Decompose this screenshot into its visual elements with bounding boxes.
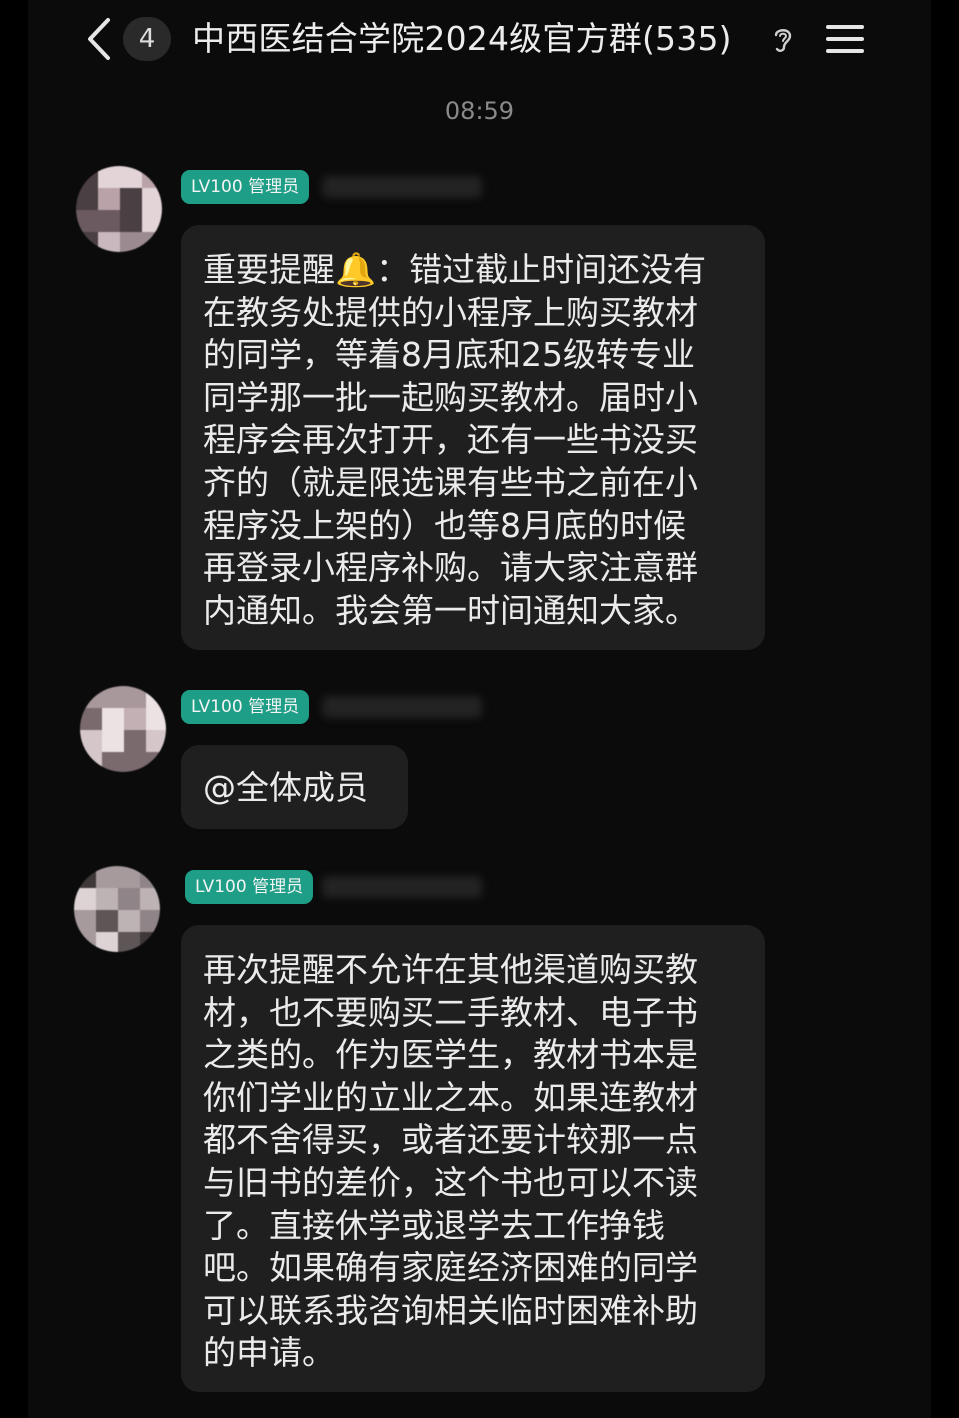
message-text-line: 内通知。我会第一时间通知大家。 bbox=[203, 590, 698, 630]
avatar-mosaic-tile bbox=[76, 188, 98, 210]
avatar-mosaic-tile bbox=[80, 752, 102, 772]
avatar-mosaic-tile bbox=[124, 752, 146, 772]
avatar-mosaic-tile bbox=[124, 708, 146, 730]
avatar-mosaic-tile bbox=[96, 866, 118, 888]
avatar-mosaic-tile bbox=[76, 210, 98, 232]
avatar-mosaic-tile bbox=[80, 730, 102, 752]
avatar-mosaic-tile bbox=[120, 166, 142, 188]
avatar-mosaic-tile bbox=[118, 910, 140, 932]
avatar-mosaic-tile bbox=[74, 888, 96, 910]
avatar-mosaic-tile bbox=[98, 210, 120, 232]
menu-icon[interactable] bbox=[826, 22, 866, 56]
message-text-line: 之类的。作为医学生，教材书本是 bbox=[203, 1035, 698, 1075]
avatar-mosaic-tile bbox=[76, 232, 98, 252]
avatar-mosaic-tile bbox=[146, 708, 166, 730]
admin-level-tag: LV100 管理员 bbox=[181, 690, 310, 724]
message-text-line: 材，也不要购买二手教材、电子书 bbox=[203, 992, 698, 1032]
message-text-line: 了。直接休学或退学去工作挣钱 bbox=[203, 1205, 665, 1245]
avatar[interactable] bbox=[76, 166, 162, 252]
ear-icon[interactable] bbox=[770, 24, 796, 54]
message-bubble[interactable]: 再次提醒不允许在其他渠道购买教 材，也不要购买二手教材、电子书 之类的。作为医学生，… bbox=[181, 925, 765, 1392]
sender-name-blurred bbox=[322, 696, 482, 718]
avatar-mosaic-tile bbox=[102, 708, 124, 730]
message-text-line: 你们学业的立业之本。如果连教材 bbox=[203, 1077, 698, 1117]
group-title[interactable]: 中西医结合学院2024级官方群(535) bbox=[192, 14, 732, 64]
chat-screen: 4 中西医结合学院2024级官方群(535) 08:59 LV100 管理员 重… bbox=[0, 0, 959, 1418]
avatar-mosaic-tile bbox=[140, 866, 160, 888]
admin-level-tag: LV100 管理员 bbox=[185, 870, 314, 904]
admin-level-tag: LV100 管理员 bbox=[181, 170, 310, 204]
avatar-mosaic-tile bbox=[98, 166, 120, 188]
avatar-mosaic-tile bbox=[96, 888, 118, 910]
avatar-mosaic-tile bbox=[96, 932, 118, 952]
message-text-line: 在教务处提供的小程序上购买教材 bbox=[203, 292, 698, 332]
avatar-mosaic-tile bbox=[102, 752, 124, 772]
avatar-mosaic-tile bbox=[124, 686, 146, 708]
unread-count-badge[interactable]: 4 bbox=[123, 17, 171, 61]
avatar[interactable] bbox=[80, 686, 166, 772]
avatar-mosaic-tile bbox=[142, 188, 162, 210]
message-timestamp: 08:59 bbox=[444, 97, 515, 125]
avatar-mosaic-tile bbox=[74, 866, 96, 888]
message-text-line: 再次提醒不允许在其他渠道购买教 bbox=[203, 950, 698, 989]
message-bubble[interactable]: @全体成员 bbox=[181, 745, 408, 829]
message-text-line: 的申请。 bbox=[203, 1333, 335, 1373]
avatar-mosaic-tile bbox=[118, 888, 140, 910]
chevron-left-icon bbox=[88, 18, 110, 60]
message-text-line: 重要提醒🔔：错过截止时间还没有 bbox=[203, 250, 707, 289]
avatar-mosaic-tile bbox=[146, 730, 166, 752]
message-text-line: 可以联系我咨询相关临时困难补助 bbox=[203, 1290, 698, 1330]
avatar-mosaic-tile bbox=[96, 910, 118, 932]
message-text-line: 的同学，等着8月底和25级转专业 bbox=[203, 335, 695, 375]
avatar-mosaic-tile bbox=[80, 708, 102, 730]
message-text-line: @全体成员 bbox=[203, 768, 368, 807]
avatar-mosaic-tile bbox=[140, 932, 160, 952]
sender-name-blurred bbox=[322, 876, 482, 898]
avatar-mosaic-tile bbox=[74, 910, 96, 932]
message-text-line: 程序会再次打开，还有一些书没买 bbox=[203, 420, 698, 460]
message-text-line: 吧。如果确有家庭经济困难的同学 bbox=[203, 1248, 698, 1288]
sender-name-blurred bbox=[322, 176, 482, 198]
avatar-mosaic-tile bbox=[76, 166, 98, 188]
avatar[interactable] bbox=[74, 866, 160, 952]
avatar-mosaic-tile bbox=[118, 932, 140, 952]
avatar-mosaic-tile bbox=[146, 686, 166, 708]
avatar-mosaic-tile bbox=[142, 232, 162, 252]
message-text-line: 程序没上架的）也等8月底的时候 bbox=[203, 505, 686, 545]
avatar-mosaic-tile bbox=[74, 932, 96, 952]
avatar-mosaic-tile bbox=[98, 232, 120, 252]
message-text-line: 齐的（就是限选课有些书之前在小 bbox=[203, 462, 698, 502]
back-button[interactable] bbox=[82, 16, 118, 62]
avatar-mosaic-tile bbox=[118, 866, 140, 888]
message-bubble[interactable]: 重要提醒🔔：错过截止时间还没有 在教务处提供的小程序上购买教材 的同学，等着8月底和… bbox=[181, 225, 765, 650]
message-text-line: 都不舍得买，或者还要计较那一点 bbox=[203, 1120, 698, 1160]
avatar-mosaic-tile bbox=[120, 188, 142, 210]
avatar-mosaic-tile bbox=[124, 730, 146, 752]
avatar-mosaic-tile bbox=[142, 210, 162, 232]
avatar-mosaic-tile bbox=[120, 232, 142, 252]
message-text-line: 再登录小程序补购。请大家注意群 bbox=[203, 548, 698, 588]
avatar-mosaic-tile bbox=[142, 166, 162, 188]
chat-header: 4 中西医结合学院2024级官方群(535) bbox=[0, 0, 959, 80]
avatar-mosaic-tile bbox=[140, 910, 160, 932]
avatar-mosaic-tile bbox=[102, 730, 124, 752]
avatar-mosaic-tile bbox=[80, 686, 102, 708]
avatar-mosaic-tile bbox=[98, 188, 120, 210]
message-text-line: 同学那一批一起购买教材。届时小 bbox=[203, 377, 698, 417]
avatar-mosaic-tile bbox=[120, 210, 142, 232]
avatar-mosaic-tile bbox=[140, 888, 160, 910]
message-text-line: 与旧书的差价，这个书也可以不读 bbox=[203, 1162, 698, 1202]
avatar-mosaic-tile bbox=[102, 686, 124, 708]
avatar-mosaic-tile bbox=[146, 752, 166, 772]
